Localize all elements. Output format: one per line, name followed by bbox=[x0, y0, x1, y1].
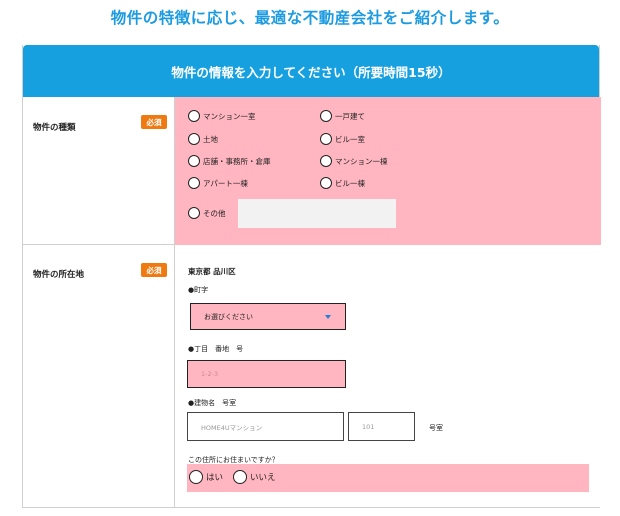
building-name-input[interactable]: HOME4Uマンション bbox=[187, 412, 344, 441]
prefecture-city-text: 東京都 品川区 bbox=[188, 267, 236, 276]
radio-circle[interactable] bbox=[188, 110, 200, 122]
radio-label: マンション一室 bbox=[203, 111, 256, 121]
radio-land[interactable]: 土地 bbox=[188, 133, 218, 145]
property-location-label: 物件の所在地 bbox=[33, 270, 85, 280]
building-label: ●建物名 号室 bbox=[188, 399, 237, 407]
property-type-row: 物件の種類 必須 マンション一室 一戸建て 土地 ビル一室 店舗・事務所・倉庫 … bbox=[23, 97, 601, 245]
town-label: ●町字 bbox=[188, 286, 209, 294]
radio-label: 一戸建て bbox=[335, 111, 365, 121]
room-unit-label: 号室 bbox=[429, 424, 443, 432]
radio-apartment-building[interactable]: アパート一棟 bbox=[188, 177, 248, 189]
property-type-label: 物件の種類 bbox=[33, 123, 76, 133]
room-number-input[interactable]: 101 bbox=[348, 412, 415, 441]
radio-circle[interactable] bbox=[188, 155, 200, 167]
radio-label: ビル一棟 bbox=[335, 178, 365, 188]
radio-label: 土地 bbox=[203, 134, 218, 144]
property-location-label-cell: 物件の所在地 必須 bbox=[23, 245, 175, 507]
property-location-fields: 東京都 品川区 ●町字 お選びください ●丁目 番地 号 1-2-3 ●建物名 … bbox=[175, 245, 601, 507]
chevron-down-icon bbox=[325, 315, 331, 319]
radio-label: はい bbox=[206, 473, 224, 483]
required-badge: 必須 bbox=[141, 263, 167, 277]
radio-circle[interactable] bbox=[188, 207, 200, 219]
radio-label: いいえ bbox=[250, 473, 276, 483]
radio-circle[interactable] bbox=[189, 470, 203, 484]
chome-input[interactable]: 1-2-3 bbox=[187, 360, 346, 388]
live-answer-box: はい いいえ bbox=[187, 464, 589, 492]
radio-label: 店舗・事務所・倉庫 bbox=[203, 156, 271, 166]
property-type-options: マンション一室 一戸建て 土地 ビル一室 店舗・事務所・倉庫 マンション一棟 ア… bbox=[175, 97, 601, 245]
radio-live-no[interactable]: いいえ bbox=[233, 470, 276, 484]
radio-label: アパート一棟 bbox=[203, 178, 248, 188]
radio-building-unit[interactable]: ビル一室 bbox=[320, 133, 365, 145]
radio-circle[interactable] bbox=[320, 133, 332, 145]
page-headline: 物件の特徴に応じ、最適な不動産会社をご紹介します。 bbox=[110, 9, 510, 27]
radio-label: その他 bbox=[203, 208, 226, 218]
other-type-input[interactable] bbox=[238, 199, 396, 228]
town-select-value: お選びください bbox=[204, 312, 253, 321]
property-location-row: 物件の所在地 必須 東京都 品川区 ●町字 お選びください ●丁目 番地 号 1… bbox=[23, 245, 601, 507]
radio-circle[interactable] bbox=[320, 177, 332, 189]
chome-label: ●丁目 番地 号 bbox=[188, 345, 244, 353]
radio-mansion-building[interactable]: マンション一棟 bbox=[320, 155, 388, 167]
radio-circle[interactable] bbox=[320, 110, 332, 122]
property-type-label-cell: 物件の種類 必須 bbox=[23, 97, 175, 244]
radio-mansion-unit[interactable]: マンション一室 bbox=[188, 110, 256, 122]
radio-circle[interactable] bbox=[188, 177, 200, 189]
radio-other[interactable]: その他 bbox=[188, 207, 226, 219]
radio-house[interactable]: 一戸建て bbox=[320, 110, 365, 122]
radio-label: マンション一棟 bbox=[335, 156, 388, 166]
property-form: 物件の情報を入力してください（所要時間15秒） 物件の種類 必須 マンション一室… bbox=[22, 45, 601, 508]
radio-circle[interactable] bbox=[320, 155, 332, 167]
radio-whole-building[interactable]: ビル一棟 bbox=[320, 177, 365, 189]
radio-store-office[interactable]: 店舗・事務所・倉庫 bbox=[188, 155, 271, 167]
radio-circle[interactable] bbox=[233, 470, 247, 484]
town-select[interactable]: お選びください bbox=[190, 303, 346, 330]
radio-label: ビル一室 bbox=[335, 134, 365, 144]
radio-live-yes[interactable]: はい bbox=[189, 470, 223, 484]
radio-circle[interactable] bbox=[188, 133, 200, 145]
required-badge: 必須 bbox=[141, 115, 167, 129]
form-header: 物件の情報を入力してください（所要時間15秒） bbox=[23, 45, 599, 97]
